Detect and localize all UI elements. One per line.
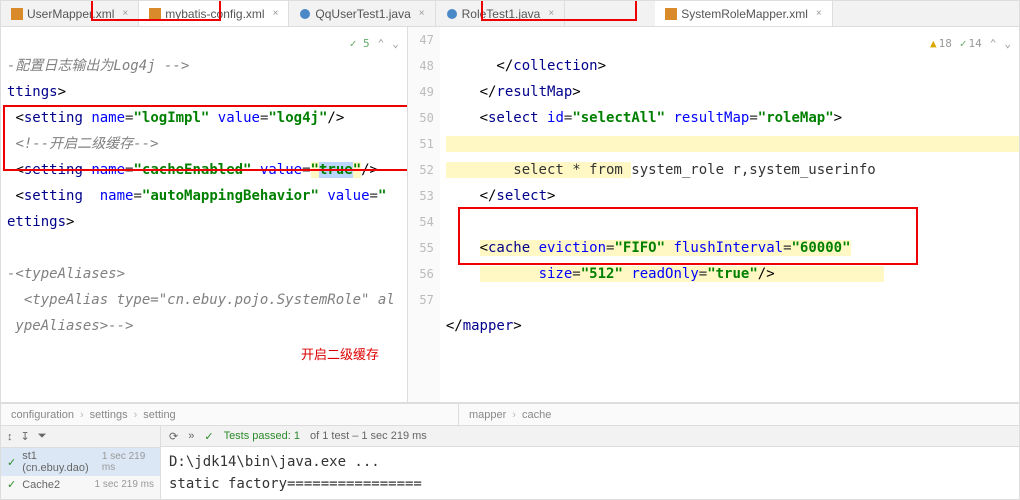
run-panel: ↕ ↧ ⏷ ✓ st1 (cn.ebuy.dao) 1 sec 219 ms ✓… (1, 425, 1019, 499)
breadcrumb-item[interactable]: mapper (469, 409, 506, 421)
tab-qqusertest1[interactable]: QqUserTest1.java × (289, 1, 435, 26)
collapse-icon[interactable]: ↕ (7, 431, 13, 443)
java-file-icon (299, 8, 311, 20)
close-icon[interactable]: × (419, 8, 425, 19)
tab-mybatis-config[interactable]: mybatis-config.xml × (139, 1, 289, 26)
code-line: ttings (7, 84, 58, 100)
run-tree-toolbar: ↕ ↧ ⏷ (1, 426, 160, 448)
code-line: -配置日志输出为Log4j --> (7, 58, 189, 74)
close-icon[interactable]: × (273, 8, 279, 19)
code-content-left: -配置日志输出为Log4j --> ttings> <setting name=… (1, 27, 407, 402)
editor-right: 18 14 ⌃ ⌄ 47 48 49 50 51 52 53 54 55 56 … (408, 27, 1019, 402)
test-duration: 1 sec 219 ms (95, 479, 154, 490)
filter-icon[interactable]: ⏷ (38, 430, 47, 443)
breadcrumb-item[interactable]: settings (90, 409, 128, 421)
close-icon[interactable]: × (816, 8, 822, 19)
console-output[interactable]: D:\jdk14\bin\java.exe ... static factory… (161, 447, 1019, 499)
code-content-right: </collection> </resultMap> <select id="s… (440, 27, 1019, 402)
test-row-label: st1 (cn.ebuy.dao) (22, 450, 96, 474)
run-toolbar: ⟳ » ✓ Tests passed: 1 of 1 test – 1 sec … (161, 426, 1019, 447)
chevron-right-icon: › (134, 409, 138, 421)
test-node[interactable]: ✓ st1 (cn.ebuy.dao) 1 sec 219 ms (1, 448, 160, 476)
close-icon[interactable]: × (548, 8, 554, 19)
pass-icon: ✓ (7, 456, 16, 469)
xml-file-icon (11, 8, 23, 20)
breadcrumbs-left[interactable]: configuration › settings › setting (1, 403, 459, 425)
highlight-box-code-right (458, 207, 918, 265)
tab-label: mybatis-config.xml (165, 7, 264, 21)
code-area-left[interactable]: ✓ 5 ⌃ ⌄ -配置日志输出为Log4j --> ttings> <setti… (1, 27, 407, 402)
breadcrumb-item[interactable]: setting (143, 409, 175, 421)
line-gutter: 47 48 49 50 51 52 53 54 55 56 57 (408, 27, 440, 402)
expand-icon[interactable]: ↧ (21, 430, 30, 443)
console-line: static factory================ (169, 476, 422, 492)
breadcrumbs-right[interactable]: mapper › cache (459, 403, 1019, 425)
tab-usermapper[interactable]: UserMapper.xml × (1, 1, 139, 26)
xml-file-icon (665, 8, 677, 20)
breadcrumb-item[interactable]: cache (522, 409, 551, 421)
editor-tabbar: UserMapper.xml × mybatis-config.xml × Qq… (1, 1, 1019, 27)
close-icon[interactable]: × (122, 8, 128, 19)
tab-label: UserMapper.xml (27, 7, 114, 21)
annotation-text: 开启二级缓存 (301, 343, 379, 369)
chevron-right-icon: › (80, 409, 84, 421)
tab-label: QqUserTest1.java (315, 7, 410, 21)
test-node[interactable]: ✓ Cache2 1 sec 219 ms (1, 476, 160, 493)
code-area-right[interactable]: 18 14 ⌃ ⌄ 47 48 49 50 51 52 53 54 55 56 … (408, 27, 1019, 402)
tab-systemrolemapper[interactable]: SystemRoleMapper.xml × (655, 1, 833, 26)
breadcrumb-item[interactable]: configuration (11, 409, 74, 421)
pass-icon: ✓ (7, 478, 16, 491)
tests-passed-label: Tests passed: 1 (224, 430, 300, 442)
run-tree[interactable]: ↕ ↧ ⏷ ✓ st1 (cn.ebuy.dao) 1 sec 219 ms ✓… (1, 426, 161, 499)
console-line: D:\jdk14\bin\java.exe ... (169, 454, 380, 470)
pass-icon: ✓ (204, 430, 213, 443)
tab-roletest1[interactable]: RoleTest1.java × (436, 1, 566, 26)
test-row-label: Cache2 (22, 479, 60, 491)
history-icon[interactable]: ⟳ (169, 430, 178, 443)
xml-file-icon (149, 8, 161, 20)
chevron-right-icon: › (512, 409, 516, 421)
tests-passed-tail: of 1 test – 1 sec 219 ms (310, 430, 427, 442)
chevron-down-icon[interactable]: » (188, 430, 194, 442)
test-duration: 1 sec 219 ms (102, 451, 154, 473)
tab-label: RoleTest1.java (462, 7, 541, 21)
java-file-icon (446, 8, 458, 20)
tab-label: SystemRoleMapper.xml (681, 7, 808, 21)
editor-left: ✓ 5 ⌃ ⌄ -配置日志输出为Log4j --> ttings> <setti… (1, 27, 408, 402)
